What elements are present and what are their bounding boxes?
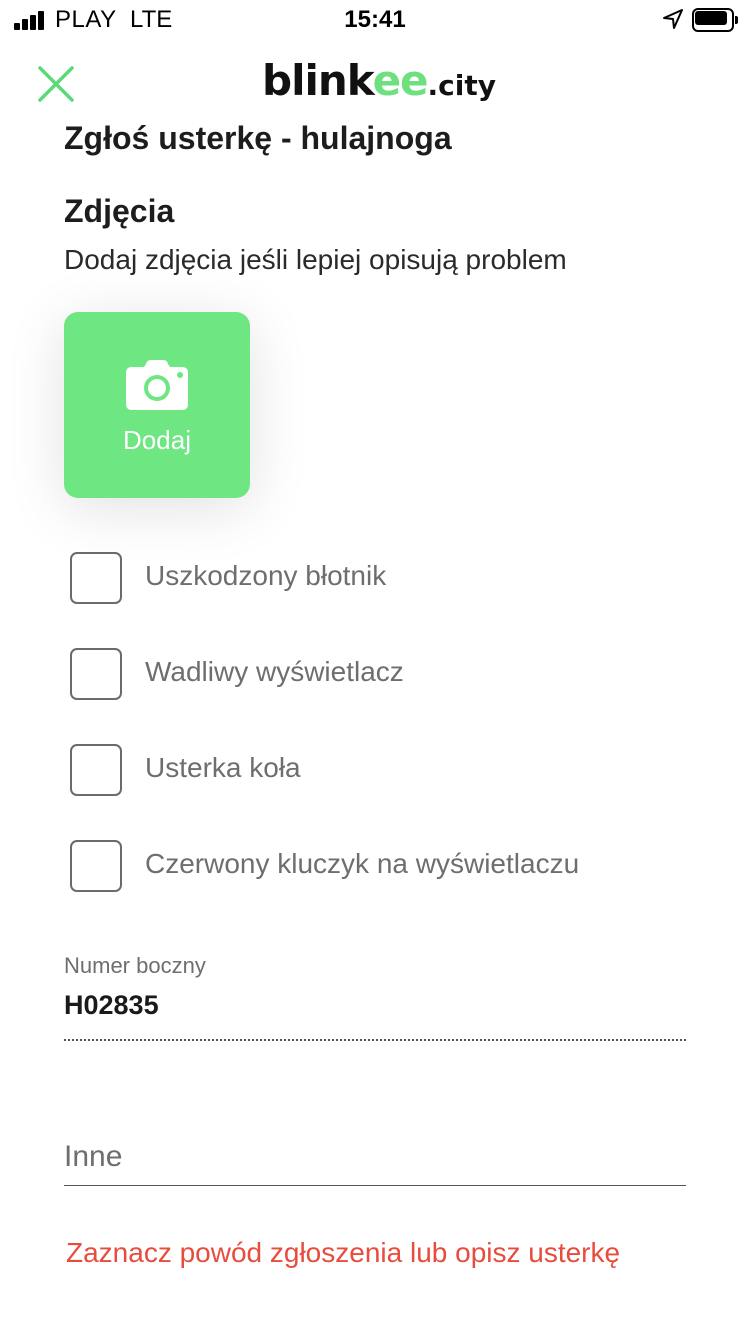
camera-icon [126,360,188,410]
issue-checkbox-row[interactable]: Usterka koła [70,744,710,796]
issue-checkbox-row[interactable]: Uszkodzony błotnik [70,552,710,604]
add-photo-label: Dodaj [123,425,191,455]
status-time: 15:41 [344,6,406,33]
battery-icon [692,8,738,32]
side-number-value: H02835 [64,990,159,1020]
issue-checkbox[interactable] [70,744,122,796]
add-photo-button[interactable]: Dodaj [64,312,250,498]
page-title: Zgłoś usterkę - hulajnoga [64,120,452,156]
location-arrow-icon [663,9,683,29]
logo-text-ee: ee [372,56,429,105]
issue-label: Wadliwy wyświetlacz [145,656,404,687]
logo-text-blink: blink [262,56,374,105]
other-description-input[interactable] [64,1128,686,1186]
close-icon[interactable] [36,64,76,104]
issue-checkbox-row[interactable]: Czerwony kluczyk na wyświetlaczu [70,840,710,892]
blinkee-logo: blinkee.city [262,56,496,108]
status-bar: PLAY LTE 15:41 [0,0,750,40]
issue-checkbox[interactable] [70,552,122,604]
issue-label: Uszkodzony błotnik [145,560,387,591]
issue-label: Czerwony kluczyk na wyświetlaczu [145,848,580,879]
issue-label: Usterka koła [145,752,301,783]
issue-checkbox-row[interactable]: Wadliwy wyświetlacz [70,648,710,700]
logo-text-city: .city [427,69,497,102]
report-issue-screen: PLAY LTE 15:41 blinkee.city Zgłoś usterk… [0,0,750,1334]
photos-description: Dodaj zdjęcia jeśli lepiej opisują probl… [64,244,567,275]
issue-checkbox[interactable] [70,840,122,892]
issue-checkbox[interactable] [70,648,122,700]
photos-section-title: Zdjęcia [64,193,175,229]
side-number-label: Numer boczny [64,953,206,978]
validation-error: Zaznacz powód zgłoszenia lub opisz uster… [66,1237,621,1268]
side-number-divider [64,1039,686,1041]
